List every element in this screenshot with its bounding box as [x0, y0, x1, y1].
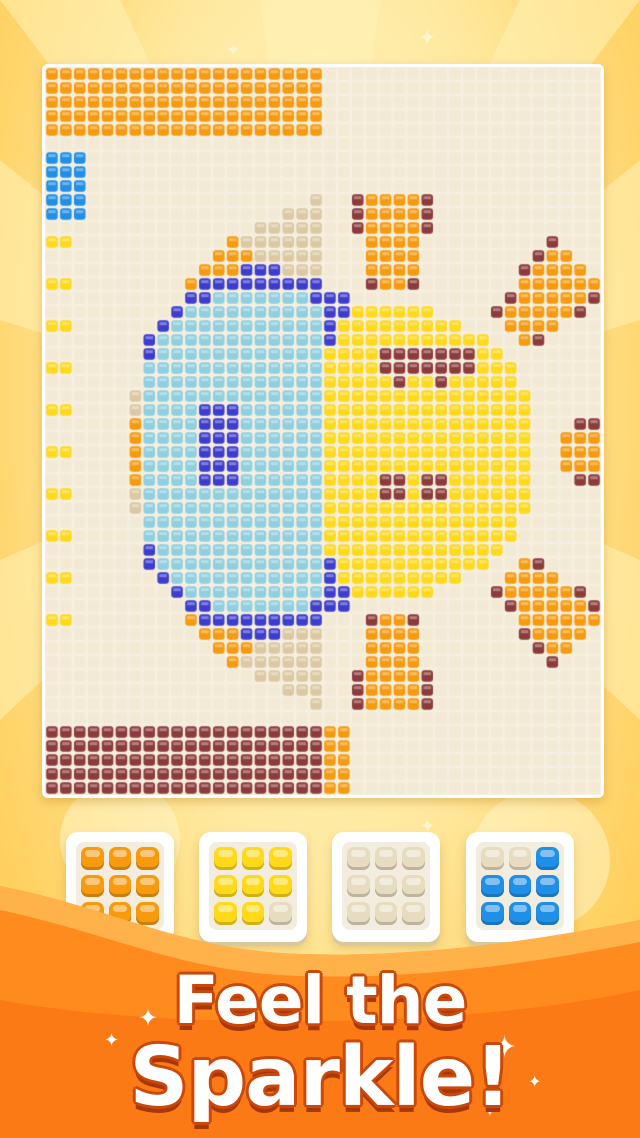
blue-peg — [536, 847, 559, 870]
sparkle-icon: ✦ — [226, 40, 242, 61]
cream-peg — [374, 847, 398, 870]
sparkle-icon: ✦ — [420, 816, 436, 837]
headline-line-1: Feel the — [173, 962, 468, 1039]
cream-peg — [402, 847, 425, 870]
headline-line-2: Sparkle! — [129, 1030, 511, 1125]
pixel-art-board[interactable] — [42, 64, 604, 798]
yellow-peg — [241, 847, 265, 870]
orange-peg — [136, 847, 159, 870]
orange-peg — [81, 847, 104, 870]
orange-peg — [108, 847, 132, 870]
cream-peg — [508, 847, 532, 870]
yellow-peg — [269, 847, 292, 870]
yellow-peg — [214, 847, 237, 870]
cream-peg — [481, 847, 504, 870]
pixel-art-canvas[interactable] — [45, 67, 601, 795]
cream-peg — [347, 847, 370, 870]
sparkle-icon: ✦ — [418, 26, 437, 51]
